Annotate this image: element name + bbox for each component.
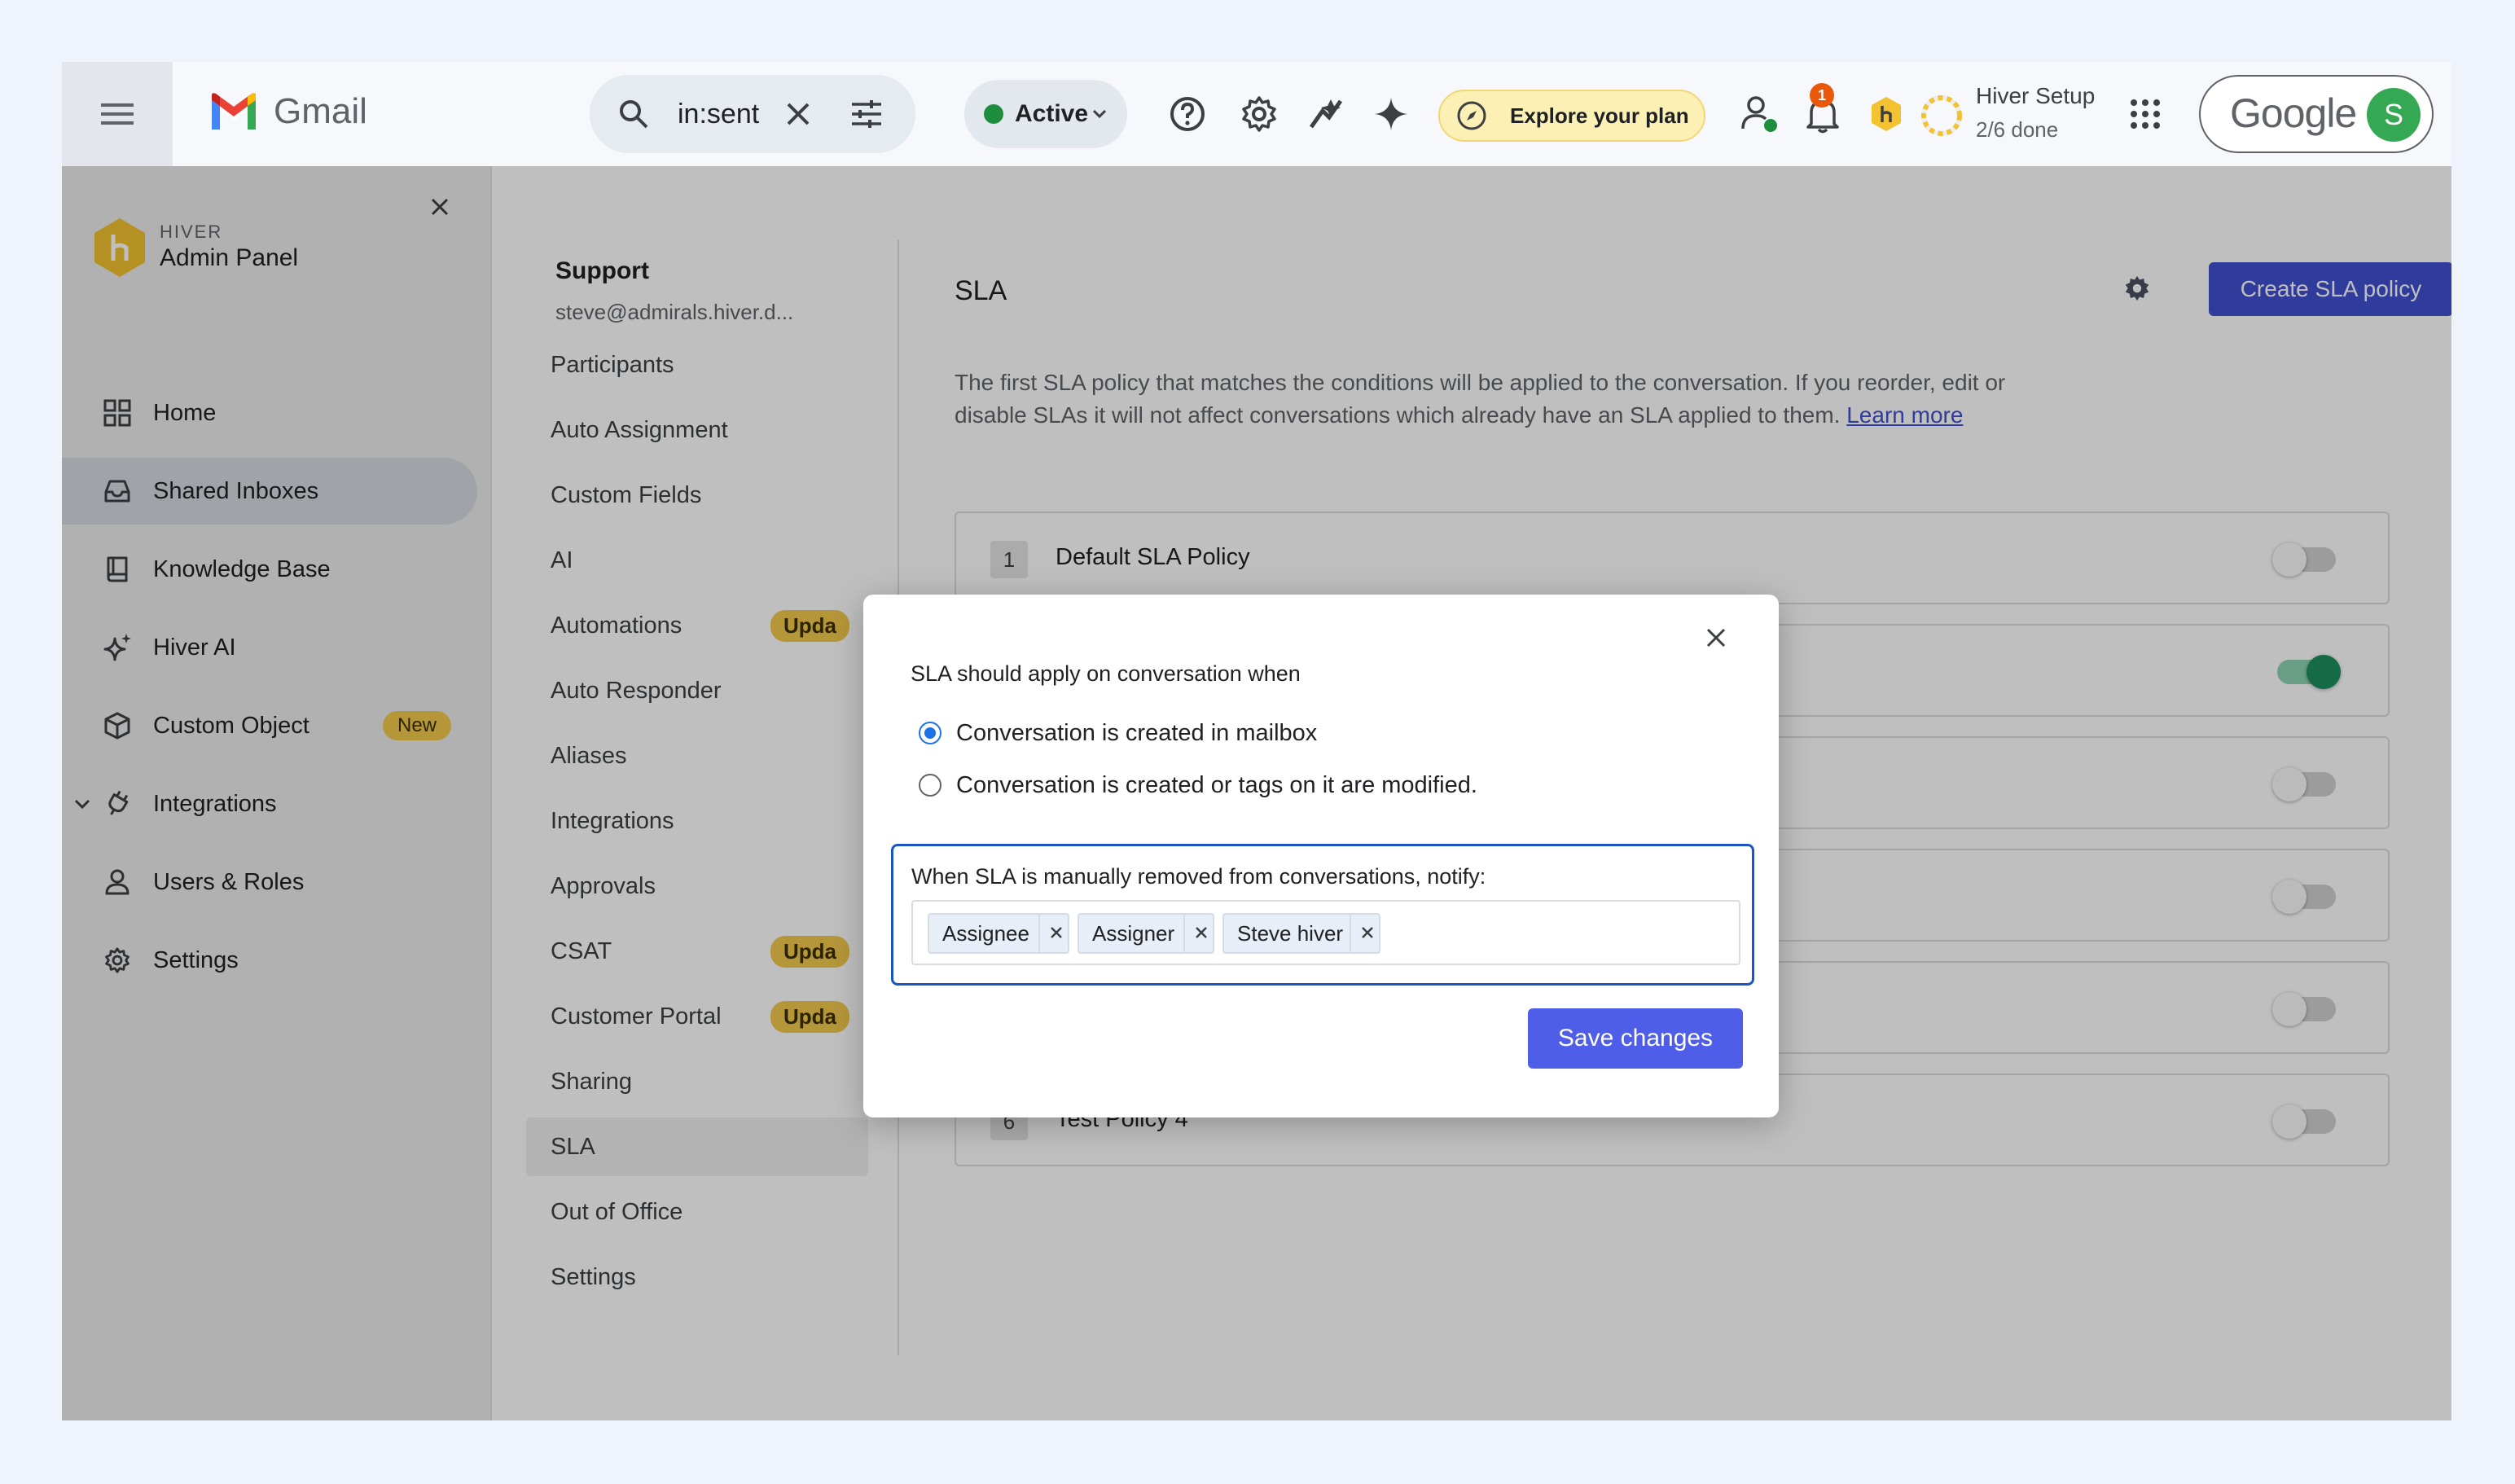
status-dot xyxy=(984,104,1003,124)
help-icon[interactable] xyxy=(1165,91,1210,137)
hamburger-icon xyxy=(101,103,134,125)
radio-button[interactable] xyxy=(919,722,941,744)
radio-label: Conversation is created in mailbox xyxy=(956,719,1318,746)
chip-label: Steve hiver xyxy=(1237,920,1344,946)
save-changes-button[interactable]: Save changes xyxy=(1528,1008,1743,1069)
modal-question: SLA should apply on conversation when xyxy=(911,661,1301,686)
chip-divider xyxy=(1038,915,1040,952)
main-menu-button[interactable] xyxy=(62,62,173,166)
radio-label: Conversation is created or tags on it ar… xyxy=(956,771,1477,798)
explore-plan-button[interactable]: Explore your plan xyxy=(1438,90,1705,142)
apps-grid-icon[interactable] xyxy=(2122,91,2168,137)
search-query[interactable]: in:sent xyxy=(678,99,759,130)
recipient-chip: Assignee xyxy=(928,913,1069,954)
status-dropdown[interactable]: Active xyxy=(964,80,1127,148)
hiver-setup-progress-text: 2/6 done xyxy=(1976,117,2059,142)
notify-section: When SLA is manually removed from conver… xyxy=(891,844,1754,986)
app-name: Gmail xyxy=(274,91,367,131)
gmail-m-icon xyxy=(212,93,256,130)
chip-label: Assigner xyxy=(1092,920,1175,946)
search-icon[interactable] xyxy=(617,98,650,130)
chip-divider xyxy=(1183,915,1185,952)
chip-divider xyxy=(1350,915,1351,952)
gmail-logo[interactable]: Gmail xyxy=(208,91,367,132)
remove-chip-icon[interactable] xyxy=(1359,924,1376,941)
clear-search-icon[interactable] xyxy=(785,101,811,127)
radio-button[interactable] xyxy=(919,774,941,797)
explore-plan-label: Explore your plan xyxy=(1510,103,1689,128)
user-status-icon[interactable] xyxy=(1736,91,1782,137)
gemini-sparkle-icon[interactable] xyxy=(1368,91,1414,137)
remove-chip-icon[interactable] xyxy=(1193,924,1209,941)
top-bar: Gmail in:sent Active Explore your plan 1… xyxy=(62,62,2451,166)
avatar: S xyxy=(2367,88,2421,142)
search-options-icon[interactable] xyxy=(850,99,883,129)
app-window: Gmail in:sent Active Explore your plan 1… xyxy=(62,62,2451,1420)
notify-label: When SLA is manually removed from conver… xyxy=(911,864,1486,889)
compass-icon xyxy=(1457,101,1486,130)
chip-label: Assignee xyxy=(942,920,1029,946)
search-bar[interactable]: in:sent xyxy=(590,75,915,153)
recipient-chip: Assigner xyxy=(1078,913,1214,954)
sla-settings-modal: SLA should apply on conversation when Co… xyxy=(863,595,1779,1117)
recipient-chip: Steve hiver xyxy=(1222,913,1380,954)
google-account-button[interactable]: Google S xyxy=(2199,75,2434,153)
status-label: Active xyxy=(1015,100,1089,127)
settings-gear-icon[interactable] xyxy=(1236,91,1282,137)
remove-chip-icon[interactable] xyxy=(1048,924,1064,941)
hiver-setup-title: Hiver Setup xyxy=(1976,83,2096,108)
close-icon[interactable] xyxy=(1705,627,1727,648)
notify-recipients-field[interactable]: Assignee Assigner Steve hiver xyxy=(911,900,1740,965)
chevron-down-icon xyxy=(1092,109,1107,119)
notification-count-badge: 1 xyxy=(1810,83,1834,108)
hiver-logo-icon[interactable] xyxy=(1863,91,1909,137)
setup-progress-ring-icon xyxy=(1921,95,1962,136)
google-wordmark: Google xyxy=(2230,90,2357,136)
gemini-tools-icon[interactable] xyxy=(1303,91,1349,137)
